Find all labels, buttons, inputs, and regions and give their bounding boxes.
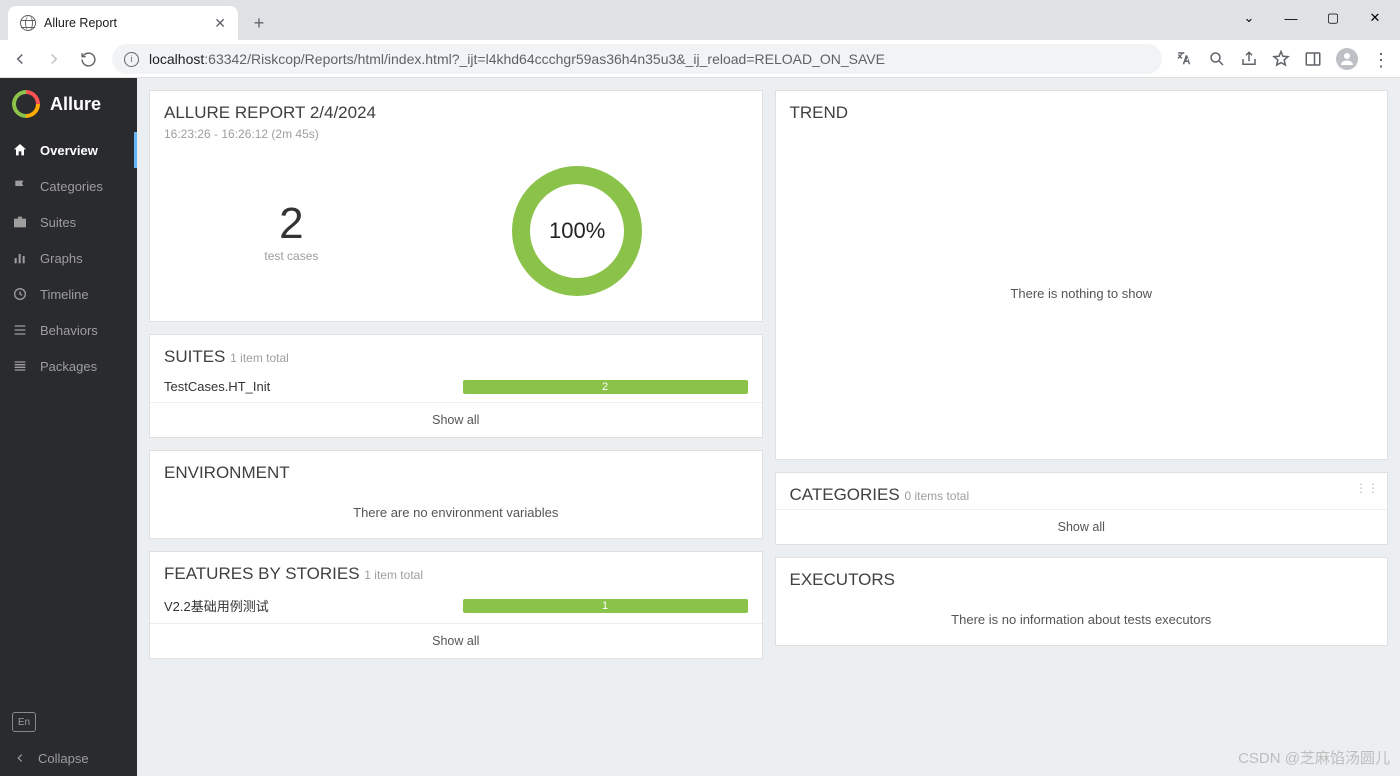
executors-card: EXECUTORS There is no information about … — [775, 557, 1389, 646]
sidebar-item-packages[interactable]: Packages — [0, 348, 137, 384]
sidebar-item-graphs[interactable]: Graphs — [0, 240, 137, 276]
environment-card: ENVIRONMENT There are no environment var… — [149, 450, 763, 539]
forward-button[interactable] — [44, 49, 64, 69]
test-count: 2 test cases — [264, 199, 318, 263]
drag-handle-icon[interactable]: ⋮⋮ — [1355, 481, 1379, 495]
minimize-button[interactable]: — — [1272, 4, 1310, 32]
maximize-button[interactable]: ▢ — [1314, 4, 1352, 32]
language-toggle[interactable]: En — [12, 712, 36, 732]
sidebar-item-label: Overview — [40, 143, 98, 158]
categories-show-all[interactable]: Show all — [776, 509, 1388, 544]
sidebar-item-categories[interactable]: Categories — [0, 168, 137, 204]
sidebar-item-label: Suites — [40, 215, 76, 230]
brand-text: Allure — [50, 94, 101, 115]
collapse-sidebar-button[interactable]: Collapse — [0, 740, 137, 776]
list-icon — [12, 322, 28, 338]
zoom-icon[interactable] — [1208, 50, 1226, 68]
flag-icon — [12, 178, 28, 194]
content-area: ALLURE REPORT 2/4/2024 16:23:26 - 16:26:… — [137, 78, 1400, 776]
sidebar-item-label: Timeline — [40, 287, 89, 302]
browser-tab[interactable]: Allure Report ✕ — [8, 6, 238, 40]
side-panel-icon[interactable] — [1304, 50, 1322, 68]
executors-empty: There is no information about tests exec… — [776, 594, 1388, 645]
suites-card: SUITES 1 item total TestCases.HT_Init 2 … — [149, 334, 763, 438]
globe-icon — [20, 15, 36, 31]
sidebar-item-label: Graphs — [40, 251, 83, 266]
suite-bar: 2 — [463, 380, 748, 394]
trend-empty: There is nothing to show — [1010, 286, 1152, 301]
pass-rate-donut: 100% — [507, 161, 647, 301]
chevron-left-icon — [12, 750, 28, 766]
features-card: FEATURES BY STORIES 1 item total V2.2基础用… — [149, 551, 763, 659]
feature-bar: 1 — [463, 599, 748, 613]
bar-chart-icon — [12, 250, 28, 266]
summary-card: ALLURE REPORT 2/4/2024 16:23:26 - 16:26:… — [149, 90, 763, 322]
url-text: localhost:63342/Riskcop/Reports/html/ind… — [149, 51, 885, 67]
brand[interactable]: Allure — [0, 78, 137, 132]
feature-name: V2.2基础用例测试 — [164, 596, 269, 615]
bookmark-icon[interactable] — [1272, 50, 1290, 68]
summary-title: ALLURE REPORT 2/4/2024 — [150, 91, 762, 127]
feature-row[interactable]: V2.2基础用例测试 1 — [150, 588, 762, 623]
allure-logo-icon — [6, 84, 46, 124]
collapse-label: Collapse — [38, 751, 89, 766]
sidebar-item-timeline[interactable]: Timeline — [0, 276, 137, 312]
toolbar: i localhost:63342/Riskcop/Reports/html/i… — [0, 40, 1400, 78]
new-tab-button[interactable]: + — [244, 8, 274, 38]
kebab-menu-icon[interactable]: ⋮ — [1372, 50, 1390, 68]
summary-time-range: 16:23:26 - 16:26:12 (2m 45s) — [150, 127, 762, 151]
layers-icon — [12, 358, 28, 374]
reload-button[interactable] — [78, 49, 98, 69]
sidebar-item-overview[interactable]: Overview — [0, 132, 137, 168]
clock-icon — [12, 286, 28, 302]
browser-chrome: Allure Report ✕ + ⌄ — ▢ ✕ i localhost:63… — [0, 0, 1400, 78]
sidebar-item-behaviors[interactable]: Behaviors — [0, 312, 137, 348]
sidebar-item-label: Categories — [40, 179, 103, 194]
home-icon — [12, 142, 28, 158]
close-window-button[interactable]: ✕ — [1356, 4, 1394, 32]
watermark: CSDN @芝麻馅汤圆儿 — [1238, 747, 1390, 768]
sidebar-item-suites[interactable]: Suites — [0, 204, 137, 240]
back-button[interactable] — [10, 49, 30, 69]
tab-title: Allure Report — [44, 16, 117, 30]
address-bar[interactable]: i localhost:63342/Riskcop/Reports/html/i… — [112, 44, 1162, 74]
profile-avatar[interactable] — [1336, 48, 1358, 70]
trend-card: TREND There is nothing to show — [775, 90, 1389, 460]
tab-strip: Allure Report ✕ + ⌄ — ▢ ✕ — [0, 0, 1400, 40]
share-icon[interactable] — [1240, 50, 1258, 68]
pass-percent-label: 100% — [507, 161, 647, 301]
sidebar-item-label: Behaviors — [40, 323, 98, 338]
suites-show-all[interactable]: Show all — [150, 402, 762, 437]
sidebar: Allure Overview Categories Suites Graphs… — [0, 78, 137, 776]
translate-icon[interactable] — [1176, 50, 1194, 68]
categories-card: ⋮⋮ CATEGORIES 0 items total Show all — [775, 472, 1389, 545]
suite-name: TestCases.HT_Init — [164, 379, 270, 394]
toolbar-actions: ⋮ — [1176, 48, 1390, 70]
site-info-icon[interactable]: i — [124, 52, 139, 67]
environment-empty: There are no environment variables — [150, 487, 762, 538]
chevron-down-icon[interactable]: ⌄ — [1230, 4, 1268, 32]
suite-row[interactable]: TestCases.HT_Init 2 — [150, 371, 762, 402]
features-show-all[interactable]: Show all — [150, 623, 762, 658]
close-tab-icon[interactable]: ✕ — [214, 15, 226, 32]
sidebar-item-label: Packages — [40, 359, 97, 374]
briefcase-icon — [12, 214, 28, 230]
